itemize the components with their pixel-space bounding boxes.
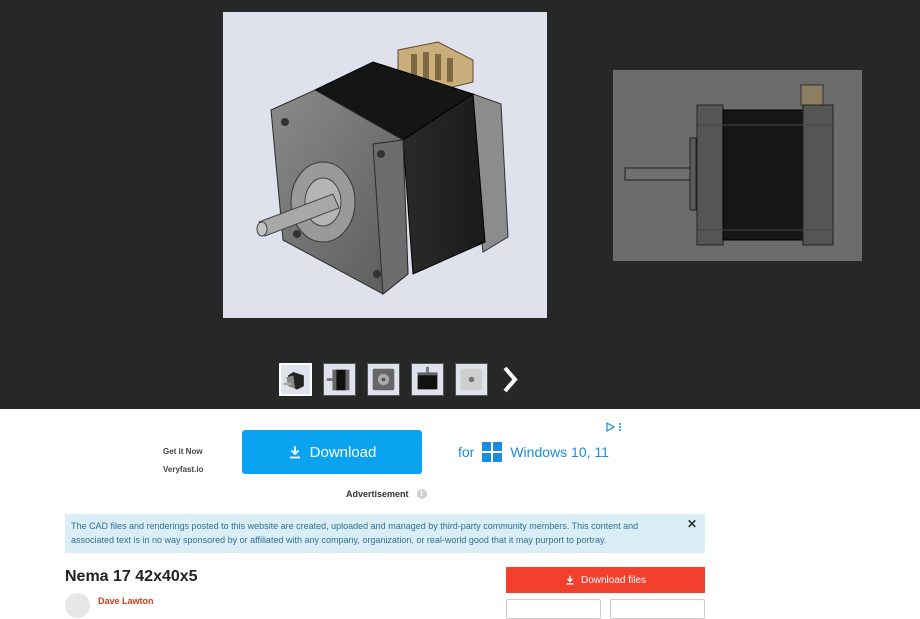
advertisement-text: Advertisement xyxy=(346,489,409,499)
model-gallery xyxy=(0,0,920,409)
thumbnail-iso[interactable] xyxy=(279,363,312,396)
model-title: Nema 17 42x40x5 xyxy=(65,568,198,585)
ad-download-label: Download xyxy=(309,443,377,461)
author-name-link[interactable]: Dave Lawton xyxy=(98,596,154,606)
notice-text: The CAD files and renderings posted to t… xyxy=(71,521,639,545)
ad-for-windows[interactable]: for Windows 10, 11 xyxy=(458,442,609,462)
close-icon[interactable]: ✕ xyxy=(687,517,697,531)
stepper-motor-side-render xyxy=(624,84,834,246)
ad-download-button[interactable]: Download xyxy=(242,430,422,474)
thumbnail-front[interactable] xyxy=(367,363,400,396)
download-icon xyxy=(289,446,300,459)
main-render-image[interactable] xyxy=(223,12,547,318)
chevron-right-icon[interactable] xyxy=(497,363,525,396)
thumbnail-back[interactable] xyxy=(455,363,488,396)
download-icon xyxy=(566,575,574,585)
community-disclaimer-notice: The CAD files and renderings posted to t… xyxy=(65,514,705,553)
download-files-label: Download files xyxy=(580,574,647,586)
windows-logo-icon xyxy=(482,442,503,462)
side-render-image[interactable] xyxy=(613,70,862,261)
thumbnail-top[interactable] xyxy=(411,363,444,396)
ad-for-label: for xyxy=(458,444,475,460)
ad-sponsor: Veryfast.io xyxy=(163,465,204,474)
stepper-motor-iso-render xyxy=(256,41,509,295)
advertisement-label: Advertisement i xyxy=(346,489,427,499)
ad-windows-label: Windows 10, 11 xyxy=(510,444,609,460)
ad-choices-icon[interactable] xyxy=(606,421,622,435)
info-icon[interactable]: i xyxy=(416,489,427,499)
advertisement-banner: Get it Now Veryfast.io Download for Wind… xyxy=(0,409,920,509)
thumbnail-side[interactable] xyxy=(323,363,356,396)
secondary-action-button[interactable] xyxy=(506,599,601,619)
download-files-button[interactable]: Download files xyxy=(506,567,705,593)
ad-get-it-now: Get it Now xyxy=(163,447,203,456)
tertiary-action-button[interactable] xyxy=(610,599,705,619)
